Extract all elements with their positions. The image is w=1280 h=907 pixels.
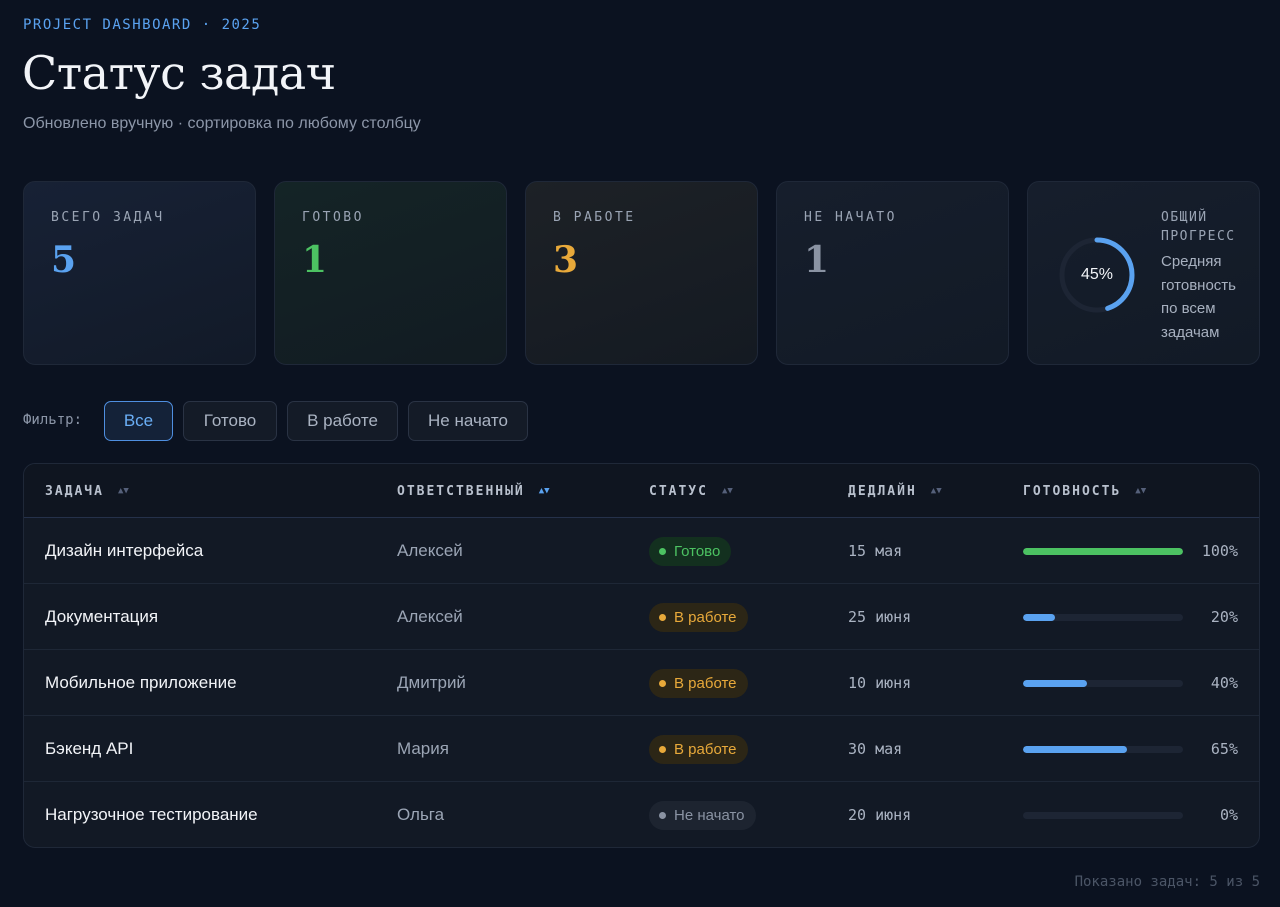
status-badge-label: Готово [674, 542, 721, 560]
task-owner: Дмитрий [397, 673, 466, 692]
page-title: Статус задач [22, 46, 336, 100]
status-dot-icon [659, 679, 666, 687]
dashboard-eyebrow: PROJECT DASHBOARD · 2025 [23, 17, 262, 33]
task-progress-value: 0% [1219, 806, 1238, 824]
status-badge: В работе [649, 668, 748, 698]
page-subtitle: Обновлено вручную · сортировка по любому… [23, 115, 421, 132]
column-header-deadline-label: ДЕДЛАЙН [848, 483, 917, 499]
stat-label-total: ВСЕГО ЗАДАЧ [51, 210, 165, 225]
table-row[interactable]: Дизайн интерфейса Алексей Готово 15 мая 100% [24, 518, 1259, 584]
filter-label: Фильтр: [23, 412, 83, 428]
filter-done-button[interactable]: Готово [183, 401, 277, 441]
task-owner: Мария [397, 739, 449, 758]
task-status-cell: Не начато [649, 782, 756, 847]
table-header: ЗАДАЧА ▲▼ ОТВЕТСТВЕННЫЙ ▲▼ СТАТУС ▲▼ ДЕДЛАЙ… [24, 464, 1259, 518]
column-header-status-label: СТАТУС [649, 483, 708, 499]
stat-card-done: ГОТОВО 1 [274, 181, 507, 365]
task-owner: Ольга [397, 805, 445, 824]
task-name: Нагрузочное тестирование [45, 805, 258, 824]
stat-value-in-progress: 3 [553, 239, 579, 281]
sort-icon: ▲▼ [930, 486, 942, 496]
status-badge-label: В работе [674, 740, 737, 758]
progress-fill [1023, 613, 1055, 621]
status-badge-label: В работе [674, 608, 737, 626]
column-header-task-label: ЗАДАЧА [45, 483, 104, 499]
table-row[interactable]: Документация Алексей В работе 25 июня 20% [24, 584, 1259, 650]
task-name: Бэкенд API [45, 739, 134, 758]
task-owner: Алексей [397, 541, 463, 560]
tasks-count: Показано задач: 5 из 5 [1074, 874, 1260, 890]
task-owner: Алексей [397, 607, 463, 626]
task-status-cell: В работе [649, 584, 748, 650]
table-row[interactable]: Бэкенд API Мария В работе 30 мая 65% [24, 716, 1259, 782]
status-dot-icon [659, 811, 666, 819]
task-progress-value: 40% [1210, 674, 1238, 692]
status-badge: Не начато [649, 800, 756, 830]
task-deadline: 30 мая [848, 740, 903, 758]
stat-value-total: 5 [51, 239, 77, 281]
status-badge: Готово [649, 536, 732, 566]
stat-value-not-started: 1 [804, 239, 830, 281]
sort-icon: ▲▼ [1135, 486, 1147, 496]
progress-ring-value: 45% [1080, 266, 1114, 283]
stat-label-done: ГОТОВО [302, 210, 364, 225]
task-status-cell: В работе [649, 716, 748, 782]
stat-card-total: ВСЕГО ЗАДАЧ 5 [23, 181, 256, 365]
status-dot-icon [659, 547, 666, 555]
filter-in-progress-button[interactable]: В работе [287, 401, 398, 441]
sort-active-icon: ▲▼ [538, 486, 550, 496]
sort-icon: ▲▼ [117, 486, 129, 496]
status-badge: В работе [649, 602, 748, 632]
column-header-progress-label: ГОТОВНОСТЬ [1023, 483, 1122, 499]
task-deadline: 20 июня [848, 806, 912, 824]
overall-progress-label: ОБЩИЙ ПРОГРЕСС [1161, 210, 1236, 244]
task-progress-value: 20% [1210, 608, 1238, 626]
status-badge-label: В работе [674, 674, 737, 692]
filter-all-button[interactable]: Все [104, 401, 173, 441]
task-deadline: 10 июня [848, 674, 912, 692]
column-header-owner-label: ОТВЕТСТВЕННЫЙ [397, 483, 525, 499]
stat-label-not-started: НЕ НАЧАТО [804, 210, 897, 225]
stats-cards: ВСЕГО ЗАДАЧ 5 ГОТОВО 1 В РАБОТЕ 3 НЕ НАЧ… [23, 181, 1260, 365]
task-progress-value: 65% [1210, 740, 1238, 758]
task-progress-value: 100% [1201, 542, 1238, 560]
status-badge-label: Не начато [674, 806, 745, 824]
column-header-status[interactable]: СТАТУС ▲▼ [649, 464, 733, 518]
stat-card-not-started: НЕ НАЧАТО 1 [776, 181, 1009, 365]
progress-fill [1023, 679, 1087, 687]
overall-progress-card: 45% ОБЩИЙ ПРОГРЕСС Средняя готовность по… [1027, 181, 1260, 365]
stat-value-done: 1 [302, 239, 328, 281]
status-dot-icon [659, 745, 666, 753]
status-badge: В работе [649, 734, 748, 764]
sort-icon: ▲▼ [721, 486, 733, 496]
task-status-cell: В работе [649, 650, 748, 716]
stat-card-in-progress: В РАБОТЕ 3 [525, 181, 758, 365]
table-row[interactable]: Мобильное приложение Дмитрий В работе 10 ию… [24, 650, 1259, 716]
column-header-task[interactable]: ЗАДАЧА ▲▼ [45, 464, 129, 518]
column-header-deadline[interactable]: ДЕДЛАЙН ▲▼ [848, 464, 942, 518]
column-header-owner[interactable]: ОТВЕТСТВЕННЫЙ ▲▼ [397, 464, 550, 518]
column-header-progress[interactable]: ГОТОВНОСТЬ ▲▼ [1023, 464, 1146, 518]
task-name: Документация [45, 607, 159, 626]
filter-not-started-button[interactable]: Не начато [408, 401, 528, 441]
table-row[interactable]: Нагрузочное тестирование Ольга Не начато 20… [24, 782, 1259, 847]
task-deadline: 25 июня [848, 608, 912, 626]
status-dot-icon [659, 613, 666, 621]
task-status-cell: Готово [649, 518, 732, 584]
progress-fill [1023, 745, 1127, 753]
task-name: Мобильное приложение [45, 673, 237, 692]
stat-label-in-progress: В РАБОТЕ [553, 210, 636, 225]
tasks-table: ЗАДАЧА ▲▼ ОТВЕТСТВЕННЫЙ ▲▼ СТАТУС ▲▼ ДЕДЛАЙ… [23, 463, 1260, 848]
task-deadline: 15 мая [848, 542, 903, 560]
overall-progress-description: Средняя готовность по всем задачам [1161, 253, 1236, 341]
task-name: Дизайн интерфейса [45, 541, 204, 560]
